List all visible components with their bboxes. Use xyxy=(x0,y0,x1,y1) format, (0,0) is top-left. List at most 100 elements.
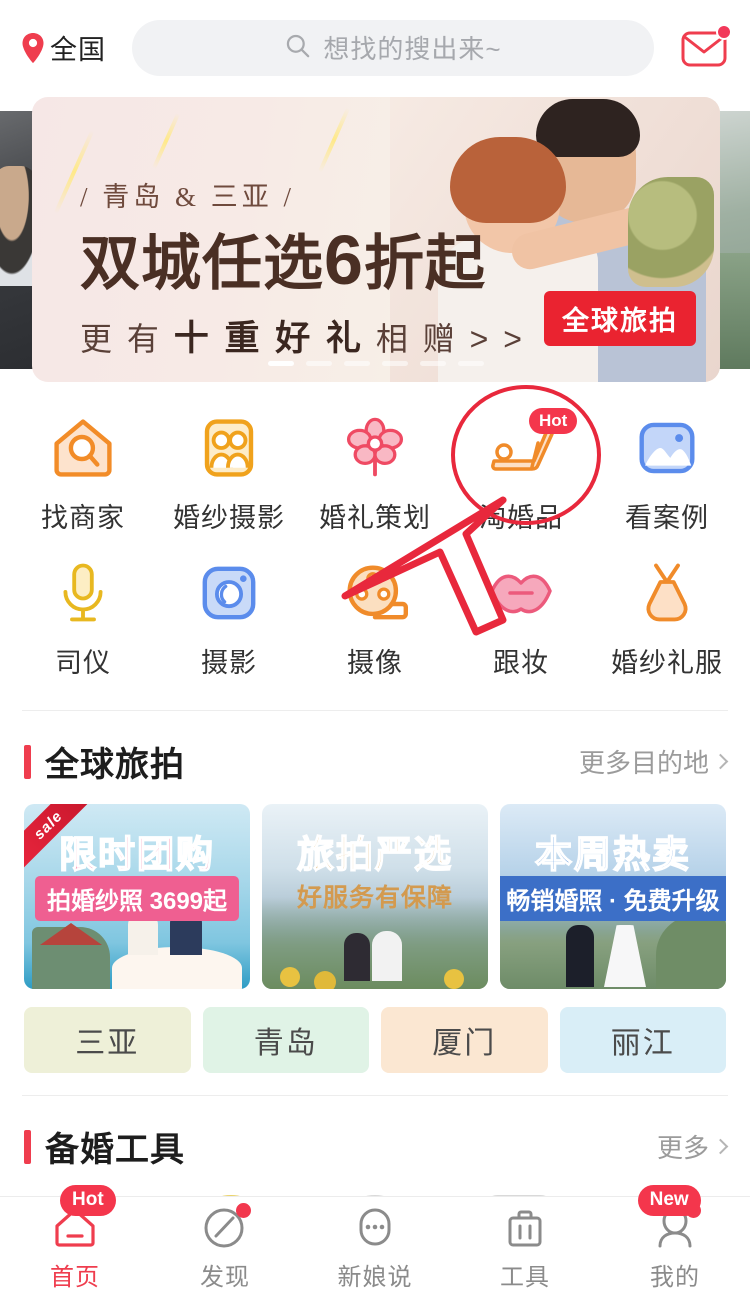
tab-label: 新娘说 xyxy=(337,1264,413,1291)
banner-title: 双城任选6折起 xyxy=(80,221,486,299)
sparkle-decoration xyxy=(151,112,181,170)
travel-section-header: 全球旅拍 更多目的地 xyxy=(0,711,750,804)
tab-label: 我的 xyxy=(650,1264,700,1291)
couple-photo-icon xyxy=(193,412,265,484)
travel-card-title: 本周热卖 xyxy=(534,833,691,876)
chevron-right-icon xyxy=(712,753,729,770)
camera-icon xyxy=(193,557,265,629)
destination-label: 三亚 xyxy=(75,1027,140,1060)
new-badge: New xyxy=(637,1185,701,1216)
quick-entry-label: 找商家 xyxy=(41,503,125,533)
destination-chip-丽江[interactable]: 丽江 xyxy=(559,1007,726,1073)
destination-label: 丽江 xyxy=(610,1027,675,1060)
quick-entry-label: 摄影 xyxy=(201,648,257,678)
quick-entry-找商家[interactable]: 找商家 xyxy=(10,400,156,545)
sparkle-decoration xyxy=(317,107,351,173)
tab-notification-dot xyxy=(236,1203,251,1218)
quick-entry-淘婚品[interactable]: Hot 淘婚品 xyxy=(448,400,594,545)
destination-chip-三亚[interactable]: 三亚 xyxy=(24,1007,191,1073)
app-screen: 全国 想找的搜出来~ / 青岛 & 三亚 / 双城任选6折起 更 有 十 重 好… xyxy=(0,0,750,1300)
tab-mine[interactable]: 我的 xyxy=(600,1203,750,1292)
carousel-dot[interactable] xyxy=(458,361,484,366)
tab-home[interactable]: 首页 xyxy=(0,1205,150,1292)
travel-card-title: 限时团购 xyxy=(58,833,215,876)
banner-third-line: 更 有 十 重 好 礼 相 赠 > > xyxy=(80,318,525,358)
destination-chip-厦门[interactable]: 厦门 xyxy=(381,1007,548,1073)
quick-entry-司仪[interactable]: 司仪 xyxy=(10,545,156,690)
tools-section-title-group: 备婚工具 xyxy=(24,1122,185,1171)
lips-icon xyxy=(485,557,557,629)
hot-badge: Hot xyxy=(529,408,578,435)
travel-card[interactable]: 本周热卖 畅销婚照 · 免费升级 xyxy=(500,804,726,989)
search-placeholder: 想找的搜出来~ xyxy=(323,34,502,64)
chat-icon xyxy=(351,1205,399,1251)
compass-icon xyxy=(201,1203,251,1251)
tools-section-title: 备婚工具 xyxy=(45,1131,185,1169)
destination-label: 厦门 xyxy=(432,1027,497,1060)
toolbox-icon xyxy=(501,1205,549,1251)
travel-more-link[interactable]: 更多目的地 xyxy=(578,743,729,780)
app-header: 全国 想找的搜出来~ xyxy=(0,0,750,95)
tab-discover[interactable]: 发现 xyxy=(150,1203,300,1292)
carousel-active-slide[interactable]: / 青岛 & 三亚 / 双城任选6折起 更 有 十 重 好 礼 相 赠 > > … xyxy=(32,97,720,382)
banner-text-block: / 青岛 & 三亚 / 双城任选6折起 更 有 十 重 好 礼 相 赠 > > xyxy=(80,175,525,361)
quick-entry-摄像[interactable]: 摄像 xyxy=(302,545,448,690)
travel-card[interactable]: 旅拍严选 好服务有保障 xyxy=(262,804,488,989)
carousel-dot[interactable] xyxy=(382,361,408,366)
carousel-indicators[interactable] xyxy=(32,361,720,366)
house-search-icon xyxy=(47,412,119,484)
quick-entry-摄影[interactable]: 摄影 xyxy=(156,545,302,690)
travel-section-title: 全球旅拍 xyxy=(45,746,185,784)
quick-entry-label: 看案例 xyxy=(625,503,709,533)
quick-entry-婚纱礼服[interactable]: 婚纱礼服 xyxy=(594,545,740,690)
quick-entry-label: 婚纱摄影 xyxy=(173,503,285,533)
banner-subtitle: / 青岛 & 三亚 / xyxy=(80,182,296,212)
quick-entry-label: 摄像 xyxy=(347,648,403,678)
bottom-tab-bar: 首页 发现 新娘说 工具 我的 xyxy=(0,1196,750,1300)
travel-card-title: 旅拍严选 xyxy=(296,833,453,876)
mail-unread-dot xyxy=(716,23,732,40)
carousel-dot[interactable] xyxy=(420,361,446,366)
microphone-icon xyxy=(47,557,119,629)
tab-bride-talk[interactable]: 新娘说 xyxy=(300,1205,450,1292)
travel-card[interactable]: sale 限时团购 拍婚纱照 3699起 xyxy=(24,804,250,989)
banner-badge[interactable]: 全球旅拍 xyxy=(544,291,696,346)
search-icon xyxy=(284,32,311,64)
destination-chip-青岛[interactable]: 青岛 xyxy=(202,1007,369,1073)
quick-entry-row-2: 司仪 摄影 摄像 跟妆 婚纱礼服 xyxy=(10,545,740,690)
travel-more-label: 更多目的地 xyxy=(578,748,709,778)
location-pin-icon xyxy=(22,32,44,63)
section-accent-bar xyxy=(24,744,31,779)
location-selector[interactable]: 全国 xyxy=(22,28,106,67)
tab-tools[interactable]: 工具 xyxy=(450,1205,600,1292)
carousel-dot[interactable] xyxy=(344,361,370,366)
carousel-dot[interactable] xyxy=(268,361,294,366)
chevron-right-icon xyxy=(712,1138,729,1155)
mail-button[interactable] xyxy=(680,23,732,69)
carousel-dot[interactable] xyxy=(306,361,332,366)
quick-entry-婚纱摄影[interactable]: 婚纱摄影 xyxy=(156,400,302,545)
tools-more-link[interactable]: 更多 xyxy=(657,1128,729,1165)
tools-section-header: 备婚工具 更多 xyxy=(0,1096,750,1189)
destination-label: 青岛 xyxy=(253,1027,318,1060)
hot-badge: Hot xyxy=(60,1185,116,1216)
film-reel-icon xyxy=(339,557,411,629)
quick-entry-婚礼策划[interactable]: 婚礼策划 xyxy=(302,400,448,545)
quick-entry-label: 司仪 xyxy=(55,648,111,678)
search-input[interactable]: 想找的搜出来~ xyxy=(132,19,654,76)
travel-card-badge: 畅销婚照 · 免费升级 xyxy=(500,876,726,921)
travel-section-title-group: 全球旅拍 xyxy=(24,737,185,786)
quick-entry-grid: 找商家 婚纱摄影 婚礼策划 Hot 淘婚品 看案例 司仪 摄影 摄像 跟妆 婚纱… xyxy=(0,382,750,696)
banner-carousel[interactable]: / 青岛 & 三亚 / 双城任选6折起 更 有 十 重 好 礼 相 赠 > > … xyxy=(0,97,750,382)
quick-entry-跟妆[interactable]: 跟妆 xyxy=(448,545,594,690)
quick-entry-label: 淘婚品 xyxy=(479,503,563,533)
quick-entry-看案例[interactable]: 看案例 xyxy=(594,400,740,545)
tab-label: 发现 xyxy=(200,1264,250,1291)
destination-chip-list: 三亚 青岛 厦门 丽江 xyxy=(0,989,750,1073)
travel-card-subtitle: 好服务有保障 xyxy=(296,884,453,912)
location-label: 全国 xyxy=(50,35,106,65)
tab-label: 工具 xyxy=(500,1264,550,1291)
high-heel-shoe-icon: Hot xyxy=(485,408,578,484)
quick-entry-label: 跟妆 xyxy=(493,648,549,678)
picture-icon xyxy=(631,412,703,484)
